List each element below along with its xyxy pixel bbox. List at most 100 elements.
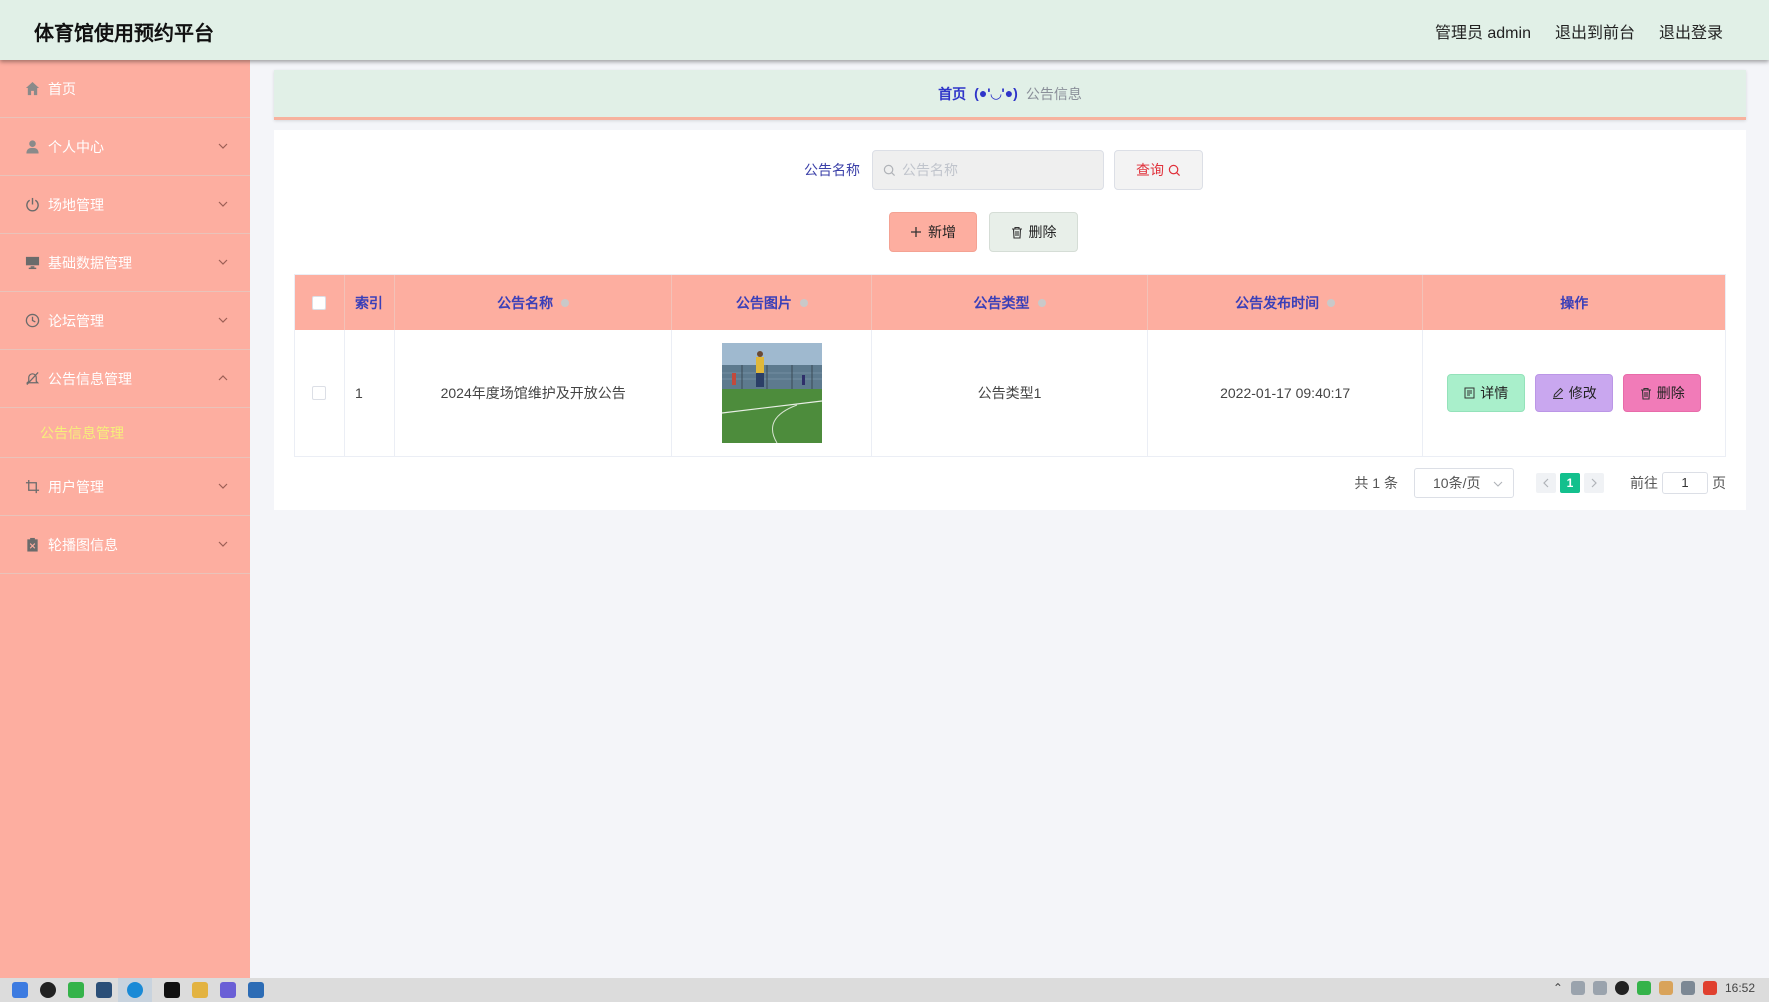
clipboard-icon xyxy=(24,537,40,553)
sidebar-item-announcement-management[interactable]: 公告信息管理 xyxy=(0,350,250,408)
admin-user-label[interactable]: 管理员 admin xyxy=(1435,19,1531,43)
announcement-table: 索引 公告名称 公告图片 公告类型 公告发布时间 操作 1 2024年度场馆维护… xyxy=(294,274,1726,457)
plus-icon xyxy=(911,227,921,237)
col-header-label: 索引 xyxy=(354,294,383,311)
crop-icon xyxy=(24,479,40,495)
goto-page-input[interactable]: 1 xyxy=(1662,472,1708,494)
col-header-time[interactable]: 公告发布时间 xyxy=(1148,275,1424,330)
row-index: 1 xyxy=(345,330,395,456)
network-icon[interactable] xyxy=(1570,981,1585,995)
search-icon xyxy=(1168,164,1181,176)
next-page-button[interactable] xyxy=(1584,473,1604,493)
folder-icon[interactable] xyxy=(192,982,208,998)
sort-icon[interactable] xyxy=(561,298,570,307)
clock[interactable]: 16:52 xyxy=(1725,981,1755,995)
breadcrumb-home[interactable]: 首页 xyxy=(938,84,966,104)
chevron-down-icon xyxy=(218,317,228,323)
detail-button[interactable]: 详情 xyxy=(1447,374,1526,412)
sidebar-item-user-management[interactable]: 用户管理 xyxy=(0,458,250,516)
bell-off-icon xyxy=(24,371,40,387)
batch-delete-button[interactable]: 删除 xyxy=(989,212,1078,252)
wechat-icon[interactable] xyxy=(68,982,84,998)
tray-expand-icon[interactable]: ⌃ xyxy=(1553,981,1563,995)
chevron-up-icon xyxy=(218,375,228,381)
sidebar-item-label: 轮播图信息 xyxy=(48,536,118,553)
row-type: 公告类型1 xyxy=(872,330,1148,456)
page-number-current[interactable]: 1 xyxy=(1560,473,1580,493)
goto-label: 前往 xyxy=(1630,475,1658,491)
user-icon xyxy=(24,139,40,155)
delete-button[interactable]: 删除 xyxy=(1623,374,1702,412)
sort-icon[interactable] xyxy=(1037,298,1046,307)
sidebar-item-carousel-info[interactable]: 轮播图信息 xyxy=(0,516,250,574)
search-input[interactable] xyxy=(902,162,1082,178)
sidebar-item-label: 公告信息管理 xyxy=(48,370,132,387)
app-icon[interactable] xyxy=(96,982,112,998)
delete-button-label: 删除 xyxy=(1656,385,1685,401)
sidebar-item-label: 个人中心 xyxy=(48,138,104,155)
col-header-index: 索引 xyxy=(345,275,395,330)
start-menu-icon[interactable] xyxy=(12,982,28,998)
chevron-down-icon xyxy=(218,483,228,489)
select-all-checkbox[interactable] xyxy=(312,295,327,310)
logout-link[interactable]: 退出登录 xyxy=(1659,19,1723,43)
sidebar-item-label: 首页 xyxy=(48,80,76,97)
query-button-label: 查询 xyxy=(1136,162,1164,178)
sidebar-item-venue-management[interactable]: 场地管理 xyxy=(0,176,250,234)
exit-to-frontend-link[interactable]: 退出到前台 xyxy=(1555,19,1635,43)
announcement-image[interactable] xyxy=(721,343,822,443)
search-bar: 公告名称 查询 xyxy=(804,150,1203,190)
row-actions: 详情 修改 删除 xyxy=(1423,330,1725,456)
chevron-down-icon xyxy=(218,259,228,265)
power-icon xyxy=(24,197,40,213)
pagination: 共 1 条 10条/页 1 前往 1 页 xyxy=(1354,468,1726,498)
col-header-label: 公告名称 xyxy=(497,294,554,311)
submenu-item-announcement-management[interactable]: 公告信息管理 xyxy=(0,408,250,458)
col-header-name[interactable]: 公告名称 xyxy=(395,275,673,330)
sort-icon[interactable] xyxy=(1327,298,1336,307)
search-input-wrapper[interactable] xyxy=(872,150,1104,190)
os-taskbar: ⌃ 16:52 xyxy=(0,978,1769,1002)
sidebar-item-forum-management[interactable]: 论坛管理 xyxy=(0,292,250,350)
qq-icon[interactable] xyxy=(40,982,56,998)
ime-icon[interactable] xyxy=(1680,981,1695,995)
sogou-icon[interactable] xyxy=(1702,981,1717,995)
col-header-label: 操作 xyxy=(1560,294,1589,311)
page-size-select[interactable]: 10条/页 xyxy=(1414,468,1514,498)
sidebar-item-personal-center[interactable]: 个人中心 xyxy=(0,118,250,176)
app-icon[interactable] xyxy=(220,982,236,998)
wechat-tray-icon[interactable] xyxy=(1636,981,1651,995)
volume-icon[interactable] xyxy=(1592,981,1607,995)
sort-icon[interactable] xyxy=(799,298,808,307)
system-tray: ⌃ 16:52 xyxy=(1553,981,1755,995)
col-header-image[interactable]: 公告图片 xyxy=(672,275,873,330)
main-panel: 公告名称 查询 新增 删除 索引 公告名称 公告图片 公告类型 公告发布时间 操… xyxy=(274,130,1746,510)
add-button[interactable]: 新增 xyxy=(889,212,977,252)
breadcrumb: 首页 (●'◡'●) 公告信息 xyxy=(274,70,1746,120)
chevron-down-icon xyxy=(218,541,228,547)
sidebar-item-basic-data[interactable]: 基础数据管理 xyxy=(0,234,250,292)
detail-button-label: 详情 xyxy=(1480,385,1509,401)
sidebar-item-home[interactable]: 首页 xyxy=(0,60,250,118)
trash-icon xyxy=(1640,387,1651,400)
col-header-label: 公告类型 xyxy=(973,294,1030,311)
row-checkbox[interactable] xyxy=(312,386,327,400)
row-select-cell xyxy=(295,330,345,456)
chevron-down-icon xyxy=(218,201,228,207)
edit-icon xyxy=(1552,387,1563,399)
page-suffix: 页 xyxy=(1712,475,1726,491)
qq-tray-icon[interactable] xyxy=(1614,981,1629,995)
app-tray-icon[interactable] xyxy=(1658,981,1673,995)
row-time: 2022-01-17 09:40:17 xyxy=(1148,330,1424,456)
document-icon xyxy=(1464,387,1475,399)
edit-button[interactable]: 修改 xyxy=(1535,374,1614,412)
col-header-type[interactable]: 公告类型 xyxy=(872,275,1148,330)
chevron-left-icon xyxy=(1543,478,1549,488)
pycharm-icon[interactable] xyxy=(164,982,180,998)
query-button[interactable]: 查询 xyxy=(1114,150,1203,190)
search-icon xyxy=(883,164,896,176)
trash-icon xyxy=(1011,226,1022,239)
app-icon[interactable] xyxy=(248,982,264,998)
prev-page-button[interactable] xyxy=(1536,473,1556,493)
edge-browser-tab[interactable] xyxy=(118,978,152,1002)
